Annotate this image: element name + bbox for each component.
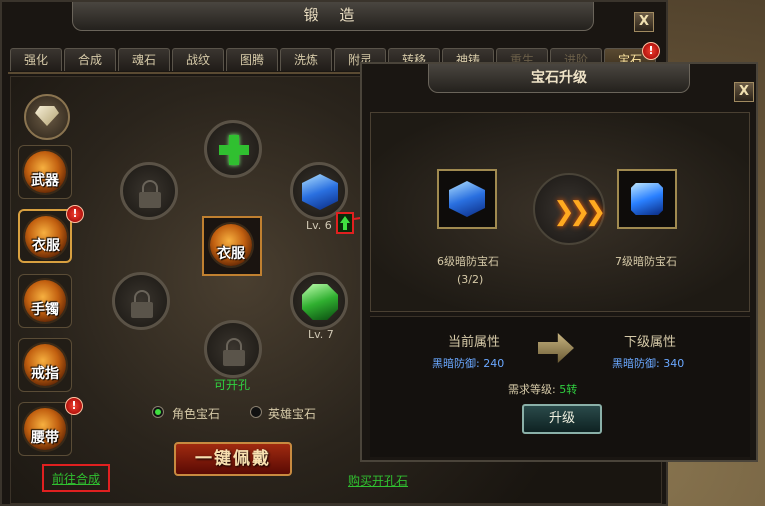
blue-gem-icon [302, 174, 338, 210]
up-arrow-icon [340, 216, 350, 230]
tab-soulstone[interactable]: 魂石 [118, 48, 170, 71]
radio-hero-gem[interactable] [250, 406, 262, 418]
slot-label: 戒指 [24, 344, 66, 386]
upgrade-button[interactable]: 升级 [522, 404, 602, 434]
tab-refine[interactable]: 洗炼 [280, 48, 332, 71]
socket-locked[interactable] [204, 320, 262, 378]
radio-role-gem[interactable] [152, 406, 164, 418]
tab-compose[interactable]: 合成 [64, 48, 116, 71]
socket-gem-green[interactable] [290, 272, 348, 330]
slot-label: 衣服 [25, 216, 67, 258]
forge-close-button[interactable]: X [634, 12, 654, 32]
equip-slot-weapon[interactable]: 武器 [18, 145, 72, 199]
tab-gem-alert-badge: ! [642, 42, 660, 60]
attribute-area: 当前属性 黑暗防御: 240 下级属性 黑暗防御: 340 需求等级: 5转 [370, 316, 750, 457]
socket-add[interactable] [204, 120, 262, 178]
blue-gem-icon [449, 181, 485, 217]
next-attr-header: 下级属性 [624, 335, 677, 350]
chevron-right-icon: ❯❯❯ [553, 197, 606, 227]
gem-blue-level: Lv. 6 [306, 219, 332, 232]
equip-slot-ring[interactable]: 戒指 [18, 338, 72, 392]
source-gem-name: 6级暗防宝石 [437, 255, 499, 268]
center-equip-slot: 衣服 [202, 216, 262, 276]
next-attr-value: 黑暗防御: 340 [612, 357, 685, 370]
forge-title: 锻 造 [72, 2, 594, 31]
socket-locked[interactable] [112, 272, 170, 330]
diamond-icon [35, 106, 59, 126]
current-attr-header: 当前属性 [448, 335, 501, 350]
can-open-hole-label: 可开孔 [214, 378, 251, 392]
green-gem-icon [302, 284, 338, 320]
gem-category-icon[interactable] [24, 94, 70, 140]
tab-warpattern[interactable]: 战纹 [172, 48, 224, 71]
slot-label: 腰带 [24, 408, 66, 450]
required-level-value: 5转 [559, 383, 578, 396]
radio-role-gem-label: 角色宝石 [172, 407, 221, 421]
blue-gem-icon [631, 183, 663, 215]
goto-compose-link[interactable]: 前往合成 [52, 470, 100, 487]
equip-slot-bracelet[interactable]: 手镯 [18, 274, 72, 328]
gem-green-level: Lv. 7 [308, 328, 334, 341]
equip-slot-belt[interactable]: 腰带 ! [18, 397, 83, 456]
buy-hole-stone-link[interactable]: 购买开孔石 [348, 472, 408, 489]
current-attr-value: 黑暗防御: 240 [432, 357, 505, 370]
radio-hero-gem-label: 英雄宝石 [268, 407, 317, 421]
tab-strengthen[interactable]: 强化 [10, 48, 62, 71]
slot-alert-badge: ! [66, 205, 84, 223]
slot-alert-badge: ! [65, 397, 83, 415]
socket-locked[interactable] [120, 162, 178, 220]
gem-upgrade-dialog: 宝石升级 X 6级暗防宝石 (3/2) ❯❯❯ 7级暗防宝石 当前属性 黑暗防御… [360, 62, 758, 462]
required-level-label: 需求等级: [508, 383, 560, 396]
center-equip-label: 衣服 [210, 224, 252, 266]
upgrade-preview-area: 6级暗防宝石 (3/2) ❯❯❯ 7级暗防宝石 [370, 112, 750, 312]
slot-label: 手镯 [24, 280, 66, 322]
upgrade-arrow-orb: ❯❯❯ [533, 173, 606, 245]
required-level: 需求等级: 5转 [508, 381, 577, 397]
dialog-title: 宝石升级 [428, 64, 690, 93]
target-gem-name: 7级暗防宝石 [615, 255, 677, 268]
plus-icon [217, 133, 251, 167]
tab-totem[interactable]: 图腾 [226, 48, 278, 71]
equip-slot-clothes[interactable]: 衣服 ! [18, 205, 84, 263]
source-gem-count: (3/2) [457, 273, 484, 286]
one-click-equip-button[interactable]: 一键佩戴 [174, 442, 292, 476]
slot-label: 武器 [24, 151, 66, 193]
arrow-right-icon [538, 333, 574, 363]
source-gem-slot[interactable] [437, 169, 497, 229]
target-gem-slot[interactable] [617, 169, 677, 229]
dialog-close-button[interactable]: X [734, 82, 754, 102]
gem-upgrade-button[interactable] [336, 212, 354, 234]
